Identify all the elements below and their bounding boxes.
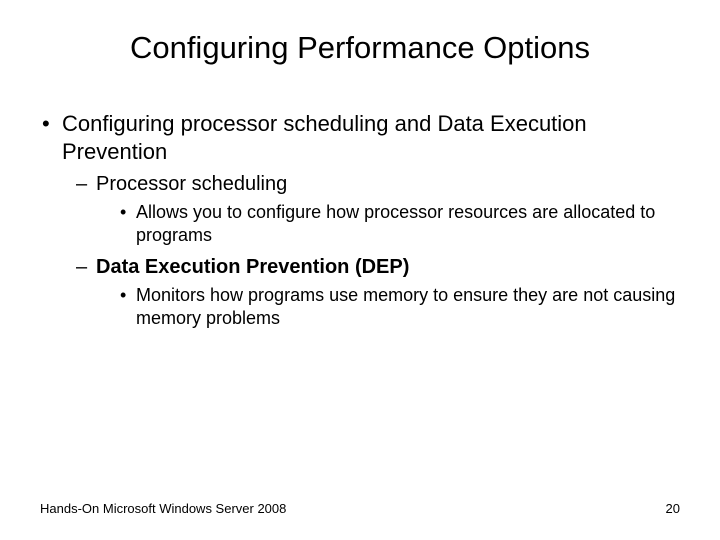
- list-item: Data Execution Prevention (DEP) Monitors…: [62, 254, 680, 331]
- bullet-list-level3: Monitors how programs use memory to ensu…: [96, 284, 680, 331]
- list-item: Monitors how programs use memory to ensu…: [96, 284, 680, 331]
- slide: Configuring Performance Options Configur…: [0, 0, 720, 540]
- slide-title: Configuring Performance Options: [40, 30, 680, 66]
- bullet-text: Allows you to configure how processor re…: [136, 202, 655, 245]
- footer-page-number: 20: [666, 501, 680, 516]
- bullet-list-level2: Processor scheduling Allows you to confi…: [62, 171, 680, 331]
- footer-source: Hands-On Microsoft Windows Server 2008: [40, 501, 286, 516]
- bullet-list-level1: Configuring processor scheduling and Dat…: [40, 110, 680, 331]
- list-item: Configuring processor scheduling and Dat…: [40, 110, 680, 331]
- bullet-text: Data Execution Prevention (DEP): [96, 256, 409, 278]
- bullet-text: Monitors how programs use memory to ensu…: [136, 285, 675, 328]
- bullet-text: Configuring processor scheduling and Dat…: [62, 111, 587, 164]
- bullet-list-level3: Allows you to configure how processor re…: [96, 201, 680, 248]
- bullet-text: Processor scheduling: [96, 173, 287, 195]
- list-item: Allows you to configure how processor re…: [96, 201, 680, 248]
- list-item: Processor scheduling Allows you to confi…: [62, 171, 680, 248]
